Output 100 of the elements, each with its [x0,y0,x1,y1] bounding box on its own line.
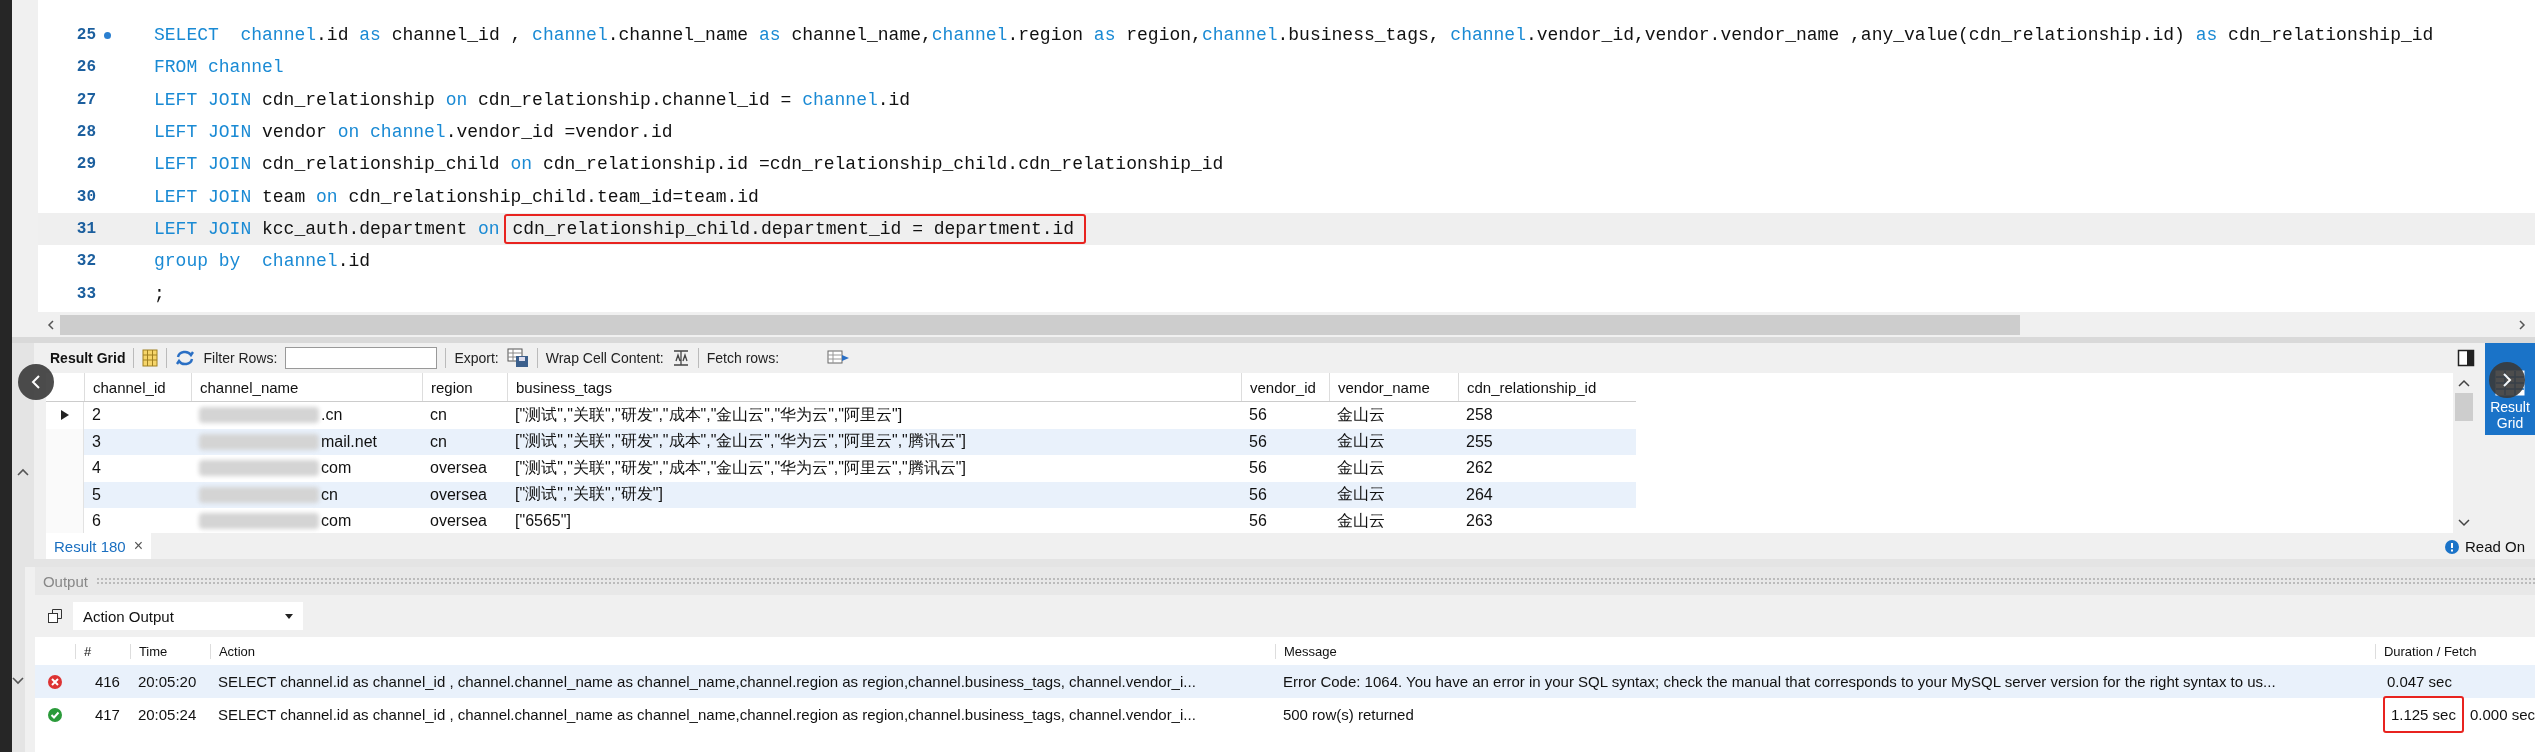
scroll-left-icon[interactable] [46,319,56,330]
table-cell: com [321,459,352,478]
copy-icon[interactable] [46,608,63,624]
column-header[interactable]: Action [209,643,1275,659]
table-cell: 258 [1466,406,1493,425]
sql-keyword: LEFT JOIN [154,154,252,175]
sql-text: channel_name, [790,25,932,46]
table-cell-text: 金山云 [1337,457,1385,478]
table-cell-text: ["测试","关联","研发","成本","金山云","华为云","阿里云"] [515,404,903,425]
column-header[interactable]: cdn_relationship_id [1458,373,1628,401]
sql-keyword: on [445,89,468,110]
scroll-right-icon[interactable] [2517,319,2527,330]
column-header[interactable]: channel_id [84,373,191,401]
sql-text: .business_tags, [1277,25,1441,46]
sql-keyword: group by [154,251,242,272]
sql-keyword: FROM channel [154,57,284,78]
sql-keyword: channel [240,25,317,46]
sql-keyword: channel [931,25,1008,46]
table-cell: oversea [430,459,487,478]
sql-text: cdn_relationship [261,89,436,110]
result-tab[interactable]: Result 180 × [46,533,152,559]
line-number: 26 [75,58,96,77]
table-cell-text: 金山云 [1337,431,1385,452]
column-header[interactable]: business_tags [507,373,1241,401]
refresh-icon[interactable] [175,349,196,367]
table-cell: cn [430,432,447,451]
table-cell-text: ["测试","关联","研发"] [515,484,663,505]
line-number: 30 [75,187,96,206]
wrap-text-icon[interactable] [671,349,690,367]
sql-keyword: on [510,154,533,175]
table-cell: 1.125 sec [2382,696,2464,733]
sql-keyword: channel [1450,25,1526,46]
sql-text: .region [1007,25,1085,46]
table-cell: cn [430,406,447,425]
column-header[interactable]: # [74,643,130,659]
table-cell: 2 [92,406,101,425]
output-type-dropdown[interactable]: Action Output [72,602,303,630]
export-icon[interactable] [506,348,529,368]
close-tab-icon[interactable]: × [133,537,144,555]
column-header[interactable]: Duration / Fetch [2374,643,2535,659]
sql-text: .id [337,251,371,272]
table-cell: ["6565"] [515,512,571,531]
scroll-down-icon[interactable] [2458,519,2470,527]
sql-text: cdn_relationship.id =cdn_relationship_child.cdn_relationship_id [541,154,1224,175]
sql-keyword: as [359,25,381,46]
sql-text: .vendor_id,vendor.vendor_name ,any_value(cdn_relationship.id) [1525,25,2186,46]
panel-toggle-icon[interactable] [2457,349,2475,367]
table-cell-text: 417 [93,706,121,723]
sql-text: .id [877,89,911,110]
table-cell: oversea [430,485,487,504]
sql-keyword: as [2195,25,2218,46]
result-grid-label: Result Grid [50,350,126,366]
sql-keyword: LEFT JOIN [154,218,252,239]
sql-text: kcc_auth.department [261,218,469,239]
sql-keyword: LEFT JOIN [154,89,252,110]
sql-text: cdn_relationship_child [261,154,501,175]
line-number: 32 [75,252,96,271]
scroll-up-icon[interactable] [2458,379,2470,387]
table-cell-text: 20:05:24 [136,706,198,723]
table-cell-text: ["测试","关联","研发","成本","金山云","华为云","阿里云","腾讯云"] [515,431,966,452]
highlighted-sql-text: cdn_relationship_child.department_id = department.id [504,213,1087,244]
table-cell: 56 [1249,432,1267,451]
filter-rows-field[interactable] [285,347,438,369]
scroll-thumb[interactable] [2455,393,2473,421]
sql-keyword: on [337,122,361,143]
table-cell-text: 金山云 [1337,484,1385,505]
table-cell-text: 416 [93,673,121,690]
line-number: 27 [75,90,96,109]
sql-editor[interactable] [38,0,2535,312]
table-cell-text: 金山云 [1337,510,1385,531]
sql-keyword: on [478,218,501,239]
table-cell: .cn [321,406,343,425]
read-only-status: Read On [2465,538,2526,555]
table-cell: 255 [1466,432,1493,451]
table-cell: 264 [1466,485,1493,504]
sql-keyword: channel [370,122,446,143]
column-header[interactable]: channel_name [191,373,422,401]
line-number: 29 [75,155,96,174]
table-cell-text: 20:05:20 [136,673,198,690]
column-header[interactable]: Message [1274,643,2375,659]
table-cell: 4 [92,459,101,478]
collapse-up-icon[interactable] [17,468,29,476]
table-cell: 56 [1249,512,1267,531]
collapse-down-icon[interactable] [12,677,25,685]
table-cell: 263 [1466,512,1493,531]
line-number: 28 [75,123,96,142]
sql-keyword: channel [1201,25,1278,46]
column-header[interactable]: vendor_id [1241,373,1329,401]
sql-keyword: channel [532,25,608,46]
sql-keyword: channel [802,89,878,110]
column-header[interactable]: Time [129,643,210,659]
table-cell: cn [321,485,338,504]
sql-text: .id [316,25,350,46]
column-header[interactable]: region [422,373,507,401]
columns-icon[interactable] [142,349,159,367]
caret-icon [284,613,293,619]
export-label: Export: [454,350,499,366]
column-header[interactable]: vendor_name [1329,373,1458,401]
line-number: 25 [75,26,96,45]
table-cell: com [321,512,352,531]
